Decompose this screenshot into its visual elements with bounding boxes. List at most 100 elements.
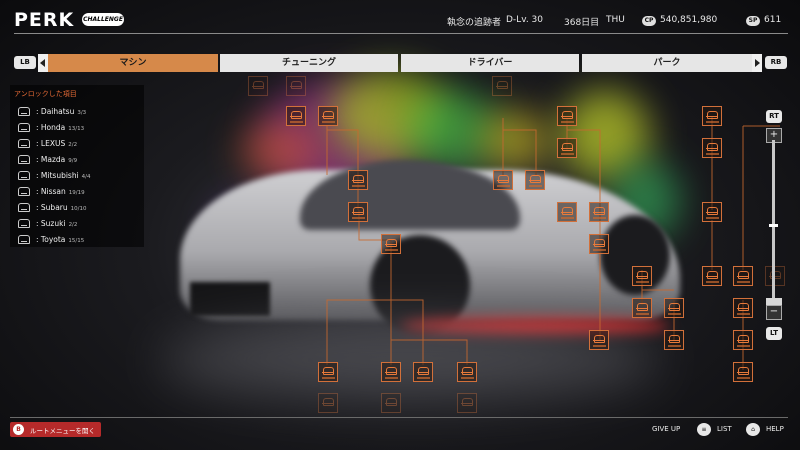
car-icon: [737, 271, 749, 279]
brand-count: 4/4: [81, 174, 91, 180]
rival-title: 執念の追跡者: [447, 18, 502, 28]
perk-node[interactable]: [733, 298, 753, 318]
give-up-button[interactable]: GIVE UP: [650, 422, 690, 437]
perk-node[interactable]: [589, 330, 609, 350]
perk-node[interactable]: [381, 393, 401, 413]
perk-node[interactable]: [457, 393, 477, 413]
zoom-slider-track[interactable]: [772, 140, 775, 302]
brand-count: 3/3: [77, 110, 87, 116]
header: PERK CHALLENGE 執念の追跡者 D-Lv. 30 368日目 THU…: [0, 0, 800, 32]
perk-node[interactable]: [664, 298, 684, 318]
perk-node[interactable]: [381, 362, 401, 382]
cp-value: 540,851,980: [660, 15, 718, 25]
perk-node[interactable]: [632, 298, 652, 318]
car-icon: [706, 271, 718, 279]
car-icon: [18, 123, 30, 132]
brand-count: 13/13: [68, 126, 85, 132]
perk-node[interactable]: [664, 330, 684, 350]
rt-button[interactable]: RT: [766, 110, 782, 123]
car-icon: [561, 143, 573, 151]
tab-tuning[interactable]: チューニング: [220, 54, 398, 72]
perk-node[interactable]: [348, 170, 368, 190]
car-icon: [352, 207, 364, 215]
list-item: : Suzuki 2/2: [18, 217, 144, 231]
lt-button[interactable]: LT: [766, 327, 782, 340]
car-icon: [461, 398, 473, 406]
perk-node[interactable]: [492, 76, 512, 96]
perk-node[interactable]: [318, 393, 338, 413]
footer-divider: [10, 417, 788, 418]
sp-icon: SP: [746, 16, 760, 26]
root-menu-button[interactable]: B ルートメニューを開く: [10, 422, 101, 437]
car-icon: [290, 111, 302, 119]
brand-name: Mitsubishi: [40, 171, 79, 180]
perk-node[interactable]: [632, 266, 652, 286]
car-icon: [593, 239, 605, 247]
car-icon: [385, 239, 397, 247]
tab-machine[interactable]: マシン: [48, 54, 218, 72]
perk-node[interactable]: [733, 266, 753, 286]
day-counter: 368日目: [564, 18, 600, 28]
car-icon: [18, 219, 30, 228]
unlock-panel: アンロックした項目 : Daihatsu 3/3 : Honda 13/13 : L…: [10, 85, 144, 247]
list-button[interactable]: ≡ LIST: [697, 422, 737, 437]
car-icon: [737, 367, 749, 375]
help-label: HELP: [766, 425, 784, 433]
perk-node[interactable]: [457, 362, 477, 382]
car-icon: [18, 107, 30, 116]
perk-node[interactable]: [702, 202, 722, 222]
list-item: : Nissan 19/19: [18, 185, 144, 199]
tab-prev-arrow-icon[interactable]: [38, 54, 48, 72]
perk-node[interactable]: [589, 202, 609, 222]
lb-button[interactable]: LB: [14, 56, 36, 69]
car-icon: [561, 207, 573, 215]
give-up-label: GIVE UP: [652, 425, 681, 433]
zoom-slider-handle[interactable]: [769, 224, 778, 227]
car-icon: [706, 207, 718, 215]
tab-driver[interactable]: ドライバー: [401, 54, 579, 72]
rb-button[interactable]: RB: [765, 56, 787, 69]
perk-node[interactable]: [589, 234, 609, 254]
brand-count: 9/9: [68, 158, 78, 164]
car-icon: [593, 207, 605, 215]
perk-node[interactable]: [733, 362, 753, 382]
brand-name: Suzuki: [40, 219, 66, 228]
perk-node[interactable]: [381, 234, 401, 254]
perk-node[interactable]: [702, 106, 722, 126]
perk-node[interactable]: [286, 76, 306, 96]
perk-node[interactable]: [765, 266, 785, 286]
perk-node[interactable]: [318, 362, 338, 382]
perk-node[interactable]: [557, 106, 577, 126]
perk-node[interactable]: [702, 266, 722, 286]
car-icon: [352, 175, 364, 183]
car-icon: [322, 398, 334, 406]
help-button[interactable]: ⌂ HELP: [746, 422, 790, 437]
zoom-out-button[interactable]: −: [766, 305, 782, 320]
header-divider: [14, 33, 788, 34]
car-icon: [18, 203, 30, 212]
car-icon: [417, 367, 429, 375]
perk-node[interactable]: [286, 106, 306, 126]
brand-count: 2/2: [68, 142, 78, 148]
car-icon: [290, 81, 302, 89]
car-icon: [18, 139, 30, 148]
tab-next-arrow-icon[interactable]: [752, 54, 762, 72]
perk-node[interactable]: [318, 106, 338, 126]
brand-name: Daihatsu: [40, 107, 75, 116]
brand-name: Toyota: [40, 235, 66, 244]
perk-node[interactable]: [702, 138, 722, 158]
car-icon: [636, 303, 648, 311]
brand-count: 19/19: [68, 190, 85, 196]
perk-node[interactable]: [348, 202, 368, 222]
perk-node[interactable]: [557, 138, 577, 158]
brand-count: 2/2: [68, 222, 78, 228]
list-item: : Mitsubishi 4/4: [18, 169, 144, 183]
perk-node[interactable]: [733, 330, 753, 350]
perk-node[interactable]: [248, 76, 268, 96]
perk-node[interactable]: [413, 362, 433, 382]
perk-node[interactable]: [493, 170, 513, 190]
tab-perk[interactable]: パーク: [582, 54, 752, 72]
perk-node[interactable]: [557, 202, 577, 222]
help-icon: ⌂: [746, 423, 760, 436]
perk-node[interactable]: [525, 170, 545, 190]
